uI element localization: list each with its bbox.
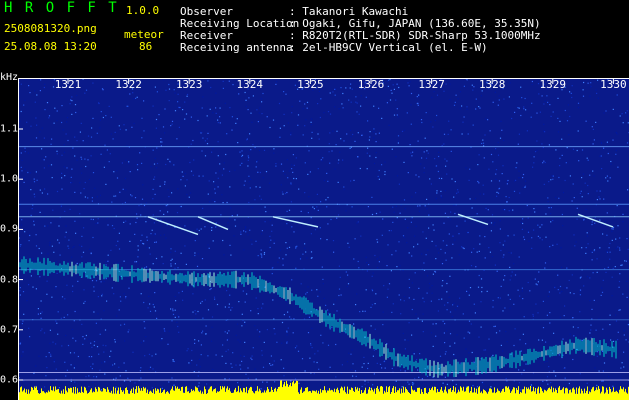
filename: 2508081320.png: [4, 22, 97, 35]
x-tick-label: 1328: [478, 78, 506, 91]
x-tick-label: 1321: [54, 78, 82, 91]
x-tick-label: 1323: [175, 78, 203, 91]
y-tick-label: 0.9: [0, 223, 19, 235]
info-header: H R O F F T 1.0.0 2508081320.png 25.08.0…: [0, 0, 629, 74]
antenna-value: : 2el-HB9CV Vertical (el. E-W): [289, 41, 488, 54]
x-tick-label: 1324: [236, 78, 264, 91]
y-axis-unit: kHz: [0, 72, 19, 83]
hroft-window: H R O F F T 1.0.0 2508081320.png 25.08.0…: [0, 0, 629, 400]
y-tick-label: 0.8: [0, 274, 19, 286]
x-tick-label: 1329: [539, 78, 567, 91]
x-axis: 1321 1322 1323 1324 1325 1326 1327 1328 1329 1330: [18, 78, 629, 92]
count-value: 86: [139, 40, 153, 53]
spectrogram: [18, 78, 629, 400]
noise-background: [18, 78, 629, 400]
x-tick-label: 1327: [418, 78, 445, 91]
app-name: H R O F F T: [4, 0, 119, 16]
y-tick-label: 1.1: [0, 123, 19, 135]
x-tick-label: 1325: [297, 78, 324, 91]
y-tick-label: 0.6: [0, 374, 19, 386]
antenna-label: Receiving antenna: [180, 41, 293, 54]
y-tick-label: 0.7: [0, 324, 19, 336]
x-tick-label: 1330: [600, 78, 627, 91]
app-version: 1.0.0: [126, 4, 160, 17]
x-tick-label: 1326: [357, 78, 385, 91]
y-tick-label: 1.0: [0, 173, 19, 185]
x-tick-label: 1322: [115, 78, 142, 91]
datetime: 25.08.08 13:20: [4, 40, 97, 53]
